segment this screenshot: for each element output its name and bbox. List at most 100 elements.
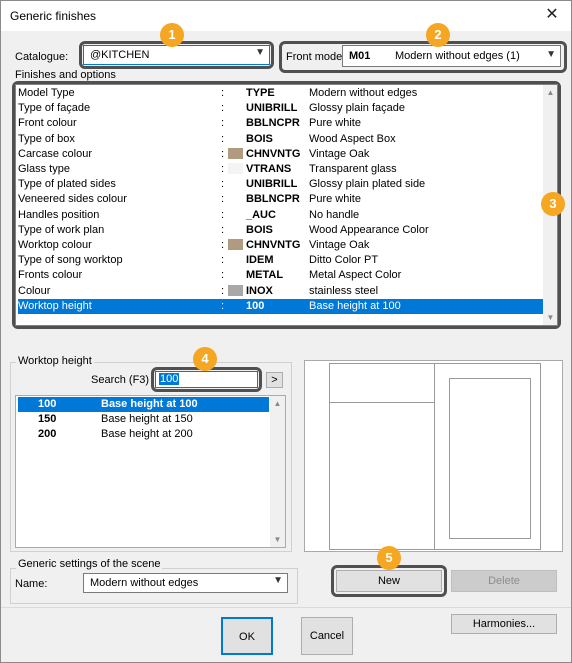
finish-name: Type of plated sides [18, 178, 116, 191]
scene-name-select[interactable]: Modern without edges ▼ [83, 573, 288, 593]
finish-separator: : [221, 117, 225, 130]
finish-desc: Transparent glass [309, 163, 397, 175]
catalogue-select[interactable]: @KITCHEN ▼ [83, 45, 270, 65]
finish-code: BBLNCPR [246, 117, 300, 130]
finish-separator: : [221, 284, 225, 297]
finish-separator: : [221, 254, 225, 267]
finish-separator: : [221, 269, 225, 282]
finish-separator: : [221, 299, 225, 312]
finish-separator: : [221, 87, 225, 99]
finish-separator: : [221, 163, 225, 175]
new-button-label: New [377, 575, 400, 587]
finish-row[interactable]: Type of work plan: BOIS Wood Appearance Co… [18, 223, 543, 238]
color-swatch [228, 163, 243, 174]
finish-desc: Glossy plain plated side [309, 178, 426, 191]
catalogue-value: @KITCHEN [90, 49, 150, 61]
finish-name: Type of work plan [18, 223, 105, 236]
finish-code: VTRANS [246, 163, 292, 175]
finish-name: Type of box [18, 132, 75, 145]
worktop-height-list[interactable]: 100 Base height at 100 150 Base height a… [15, 395, 286, 548]
new-button[interactable]: New [336, 570, 442, 592]
finish-row[interactable]: Handles position: _AUC No handle [18, 208, 543, 223]
finish-desc: Ditto Color PT [309, 254, 379, 267]
finish-row[interactable]: Worktop colour: CHNVNTG Vintage Oak [18, 238, 543, 253]
finish-separator: : [221, 239, 225, 251]
scroll-down-icon[interactable]: ▼ [543, 313, 557, 322]
finish-row[interactable]: Veneered sides colour: BBLNCPR Pure white [18, 192, 543, 207]
finishes-header: Finishes and options [15, 69, 116, 81]
finish-name: Veneered sides colour [18, 193, 127, 206]
generic-finishes-dialog: Generic finishes ✕ Catalogue: @KITCHEN ▼… [0, 0, 572, 663]
scroll-down-icon[interactable]: ▼ [270, 535, 285, 544]
finish-name: Fronts colour [18, 269, 83, 282]
chevron-down-icon: ▼ [546, 49, 556, 60]
list-item[interactable]: 200 Base height at 200 [18, 427, 269, 442]
finish-desc: Vintage Oak [309, 147, 370, 160]
finish-desc: Pure white [309, 117, 361, 130]
color-swatch [228, 239, 243, 250]
finish-separator: : [221, 102, 225, 115]
search-label: Search (F3) [91, 374, 150, 386]
finish-separator: : [221, 193, 225, 206]
finish-name: Worktop height [18, 299, 92, 312]
list-item[interactable]: 150 Base height at 150 [18, 412, 269, 427]
finish-row[interactable]: Type of song worktop: IDEM Ditto Color PT [18, 253, 543, 268]
finish-name: Worktop colour [18, 239, 92, 251]
worktop-height-group-label: Worktop height [16, 355, 94, 367]
harmonies-button[interactable]: Harmonies... [451, 614, 557, 634]
worktop-scrollbar[interactable]: ▲ ▼ [270, 396, 285, 547]
finish-row[interactable]: Carcase colour: CHNVNTG Vintage Oak [18, 147, 543, 162]
finish-name: Type of song worktop [18, 254, 123, 267]
finish-row[interactable]: Type of box: BOIS Wood Aspect Box [18, 132, 543, 147]
finish-desc: Modern without edges [309, 87, 418, 99]
finish-code: CHNVNTG [246, 147, 301, 160]
finishes-list[interactable]: Worktop height:100 Base height at 100 Colo… [15, 84, 558, 326]
finish-desc: Glossy plain façade [309, 102, 405, 115]
finish-row[interactable]: Type of plated sides: UNIBRILL Glossy plai… [18, 177, 543, 192]
finish-code: METAL [246, 269, 284, 282]
scroll-up-icon[interactable]: ▲ [270, 399, 285, 408]
finish-code: CHNVNTG [246, 239, 301, 251]
finish-separator: : [221, 147, 225, 160]
search-input[interactable]: 100 [155, 371, 258, 388]
finish-code: INOX [246, 284, 273, 297]
delete-button[interactable]: Delete [451, 570, 557, 592]
finish-separator: : [221, 132, 225, 145]
finish-row[interactable]: Colour: INOX stainless steel [18, 284, 543, 299]
finish-row[interactable]: Glass type: VTRANS Transparent glass [18, 162, 543, 177]
preview-top-left-panel [329, 363, 435, 403]
front-model-code: M01 [349, 50, 371, 62]
finish-desc: Pure white [309, 193, 361, 206]
ok-button-label: OK [239, 631, 255, 643]
finish-name: Glass type [18, 163, 70, 175]
finish-code: TYPE [246, 87, 275, 99]
finish-name: Carcase colour [18, 147, 92, 160]
finish-row[interactable]: Model Type: TYPE Modern without edges [18, 86, 543, 101]
delete-button-label: Delete [488, 575, 520, 587]
finish-row[interactable]: Worktop height: 100 Base height at 100 [18, 298, 543, 314]
cancel-button[interactable]: Cancel [301, 617, 353, 655]
front-model-select[interactable]: M01 Modern without edges (1) ▼ [342, 45, 561, 67]
finish-row[interactable]: Fronts colour: METAL Metal Aspect Color [18, 268, 543, 283]
color-swatch [228, 147, 243, 159]
chevron-down-icon: ▼ [255, 47, 265, 58]
search-input-value: 100 [159, 373, 180, 385]
finish-row[interactable]: Front colour: BBLNCPR Pure white [18, 116, 543, 131]
harmonies-button-label: Harmonies... [472, 618, 536, 630]
color-swatch [228, 284, 243, 296]
title-bar: Generic finishes ✕ [1, 1, 571, 31]
scene-name-value: Modern without edges [90, 577, 199, 589]
finish-separator: : [221, 208, 225, 221]
finish-code: IDEM [246, 254, 274, 267]
front-model-label: Front model: [286, 51, 348, 63]
search-go-label: > [271, 374, 278, 386]
finish-row[interactable]: Type of façade: UNIBRILL Glossy plain faça… [18, 101, 543, 116]
finish-name: Type of façade [18, 102, 91, 115]
front-preview [304, 360, 563, 552]
ok-button[interactable]: OK [221, 617, 273, 655]
close-icon[interactable]: ✕ [541, 4, 563, 26]
search-go-button[interactable]: > [266, 372, 283, 388]
list-item[interactable]: 100 Base height at 100 [18, 397, 269, 412]
scroll-up-icon[interactable]: ▲ [543, 88, 557, 97]
finish-code: UNIBRILL [246, 102, 298, 115]
